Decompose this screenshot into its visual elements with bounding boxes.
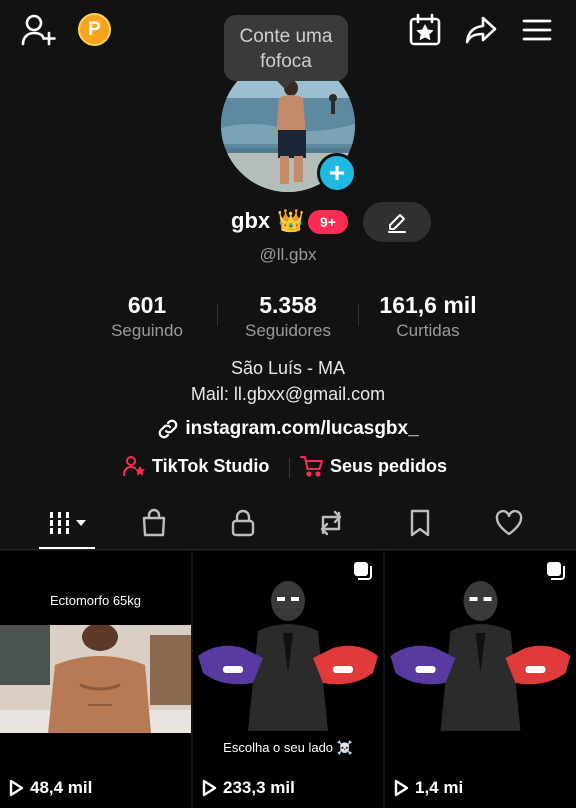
stat-followers[interactable]: 5.358 Seguidores: [218, 292, 358, 341]
tab-liked[interactable]: [484, 506, 534, 540]
play-icon: [394, 779, 409, 797]
stat-value: 601: [127, 292, 167, 318]
stat-label: Seguidores: [244, 321, 331, 340]
video-grid: Ectomorfo 65kg 48,4 mil Escolha o seu la…: [0, 551, 576, 808]
bio-line-email: Mail: ll.gbxx@gmail.com: [190, 384, 386, 404]
profile-tabs: [0, 500, 576, 550]
cart-icon: [300, 456, 323, 477]
link-icon: [158, 419, 178, 439]
video-caption: Ectomorfo 65kg: [49, 593, 142, 608]
multi-clip-icon: [546, 561, 566, 586]
share-arrow-icon[interactable]: [462, 12, 500, 48]
lock-icon: [231, 509, 255, 537]
person-add-icon[interactable]: [20, 12, 58, 48]
play-icon: [9, 779, 24, 797]
repost-icon: [320, 510, 342, 536]
view-count: 48,4 mil: [8, 778, 92, 798]
profile-actions: TikTok Studio Seus pedidos: [0, 455, 576, 481]
heart-icon: [495, 509, 523, 536]
view-count-text: 1,4 mi: [415, 778, 464, 797]
grid-bars-icon: [50, 512, 86, 534]
video-thumbnail[interactable]: Ectomorfo 65kg 48,4 mil: [0, 551, 191, 808]
tooltip-line-2: fofoca: [260, 51, 312, 72]
view-count: 233,3 mil: [201, 778, 295, 798]
bio-link[interactable]: instagram.com/lucasgbx_: [0, 418, 576, 440]
play-icon: [202, 779, 217, 797]
video-caption: Escolha o seu lado ☠️: [223, 740, 353, 755]
tooltip-bubble[interactable]: Conte uma fofoca: [224, 15, 348, 89]
stat-value: 5.358: [259, 292, 317, 318]
calendar-star-icon[interactable]: [406, 12, 444, 48]
tab-saved[interactable]: [395, 506, 445, 540]
view-count: 1,4 mi: [393, 778, 463, 798]
stat-following[interactable]: 601 Seguindo: [77, 292, 217, 341]
video-artwork: [390, 581, 571, 731]
notification-badge[interactable]: 9+: [308, 210, 348, 234]
crown-emoji: 👑: [277, 208, 305, 233]
bio-link-text: instagram.com/lucasgbx_: [185, 418, 419, 439]
tab-shop[interactable]: [129, 506, 179, 540]
stat-value: 161,6 mil: [379, 292, 477, 318]
name-row: gbx 👑 9+: [0, 202, 576, 242]
multi-clip-icon: [353, 561, 373, 586]
stats-row: 601 Seguindo 5.358 Seguidores 161,6 mil …: [0, 292, 576, 342]
divider: [289, 458, 290, 478]
stat-label: Curtidas: [396, 321, 460, 340]
view-count-text: 48,4 mil: [30, 778, 93, 797]
bookmark-icon: [410, 509, 430, 537]
view-count-text: 233,3 mil: [223, 778, 295, 797]
coin-icon[interactable]: P: [78, 13, 111, 46]
video-photo: [0, 625, 191, 733]
studio-person-icon: [123, 456, 146, 476]
tab-videos[interactable]: [43, 506, 93, 540]
tiktok-studio-button[interactable]: TikTok Studio: [122, 455, 269, 477]
stat-label: Seguindo: [111, 321, 183, 340]
profile-name: gbx: [231, 208, 271, 233]
pencil-icon: [388, 214, 406, 233]
video-thumbnail[interactable]: Escolha o seu lado ☠️ 233,3 mil: [193, 551, 383, 808]
video-thumbnail[interactable]: 1,4 mi: [385, 551, 576, 808]
orders-label: Seus pedidos: [330, 455, 448, 476]
edit-profile-button[interactable]: [363, 202, 431, 242]
shopping-bag-icon: [142, 508, 166, 537]
tab-active-indicator: [39, 547, 95, 549]
profile-handle: @ll.gbx: [259, 245, 317, 264]
tiktok-studio-label: TikTok Studio: [152, 455, 270, 476]
orders-button[interactable]: Seus pedidos: [300, 455, 447, 477]
video-artwork: [198, 581, 378, 731]
bio-line-location: São Luís - MA: [230, 358, 346, 378]
tab-reposts[interactable]: [306, 506, 356, 540]
add-story-plus-icon[interactable]: +: [317, 153, 357, 193]
tooltip-line-1: Conte uma: [239, 26, 333, 47]
stat-likes[interactable]: 161,6 mil Curtidas: [358, 292, 498, 341]
hamburger-menu-icon[interactable]: [518, 12, 556, 48]
tab-private[interactable]: [218, 506, 268, 540]
